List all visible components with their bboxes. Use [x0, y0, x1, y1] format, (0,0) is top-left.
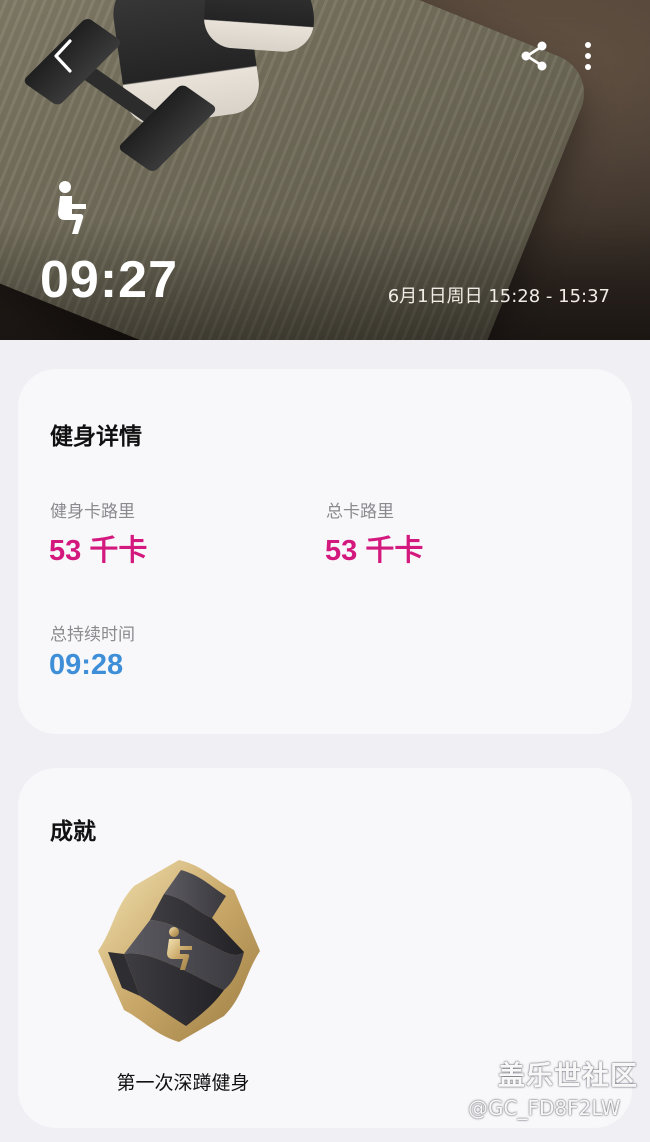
badge-label: 第一次深蹲健身 [116, 1072, 250, 1094]
more-vertical-icon [585, 42, 591, 70]
share-icon [521, 41, 547, 71]
card-title: 成就 [50, 819, 96, 845]
squat-icon [58, 181, 86, 234]
card-title: 健身详情 [50, 424, 142, 450]
squat-badge-icon[interactable] [94, 856, 264, 1046]
back-arrow-icon [54, 39, 72, 73]
workout-calories-value: 53 千卡 [49, 535, 148, 567]
back-button[interactable] [45, 36, 81, 76]
watermark-user: @GC_FD8F2LW [468, 1096, 621, 1120]
total-calories-label: 总卡路里 [326, 502, 394, 522]
workout-calories-label: 健身卡路里 [50, 502, 135, 522]
more-options-button[interactable] [570, 36, 606, 76]
workout-details-card: 健身详情 健身卡路里 53 千卡 总卡路里 53 千卡 总持续时间 09:28 [18, 369, 632, 734]
total-calories-value: 53 千卡 [325, 535, 424, 567]
total-duration-label: 总持续时间 [50, 625, 135, 645]
share-button[interactable] [514, 36, 554, 76]
watermark-brand: 盖乐世社区 [498, 1061, 638, 1092]
workout-date-range: 6月1日周日 15:28 - 15:37 [387, 286, 610, 307]
workout-duration: 09:27 [40, 251, 178, 309]
total-duration-value: 09:28 [49, 649, 124, 681]
